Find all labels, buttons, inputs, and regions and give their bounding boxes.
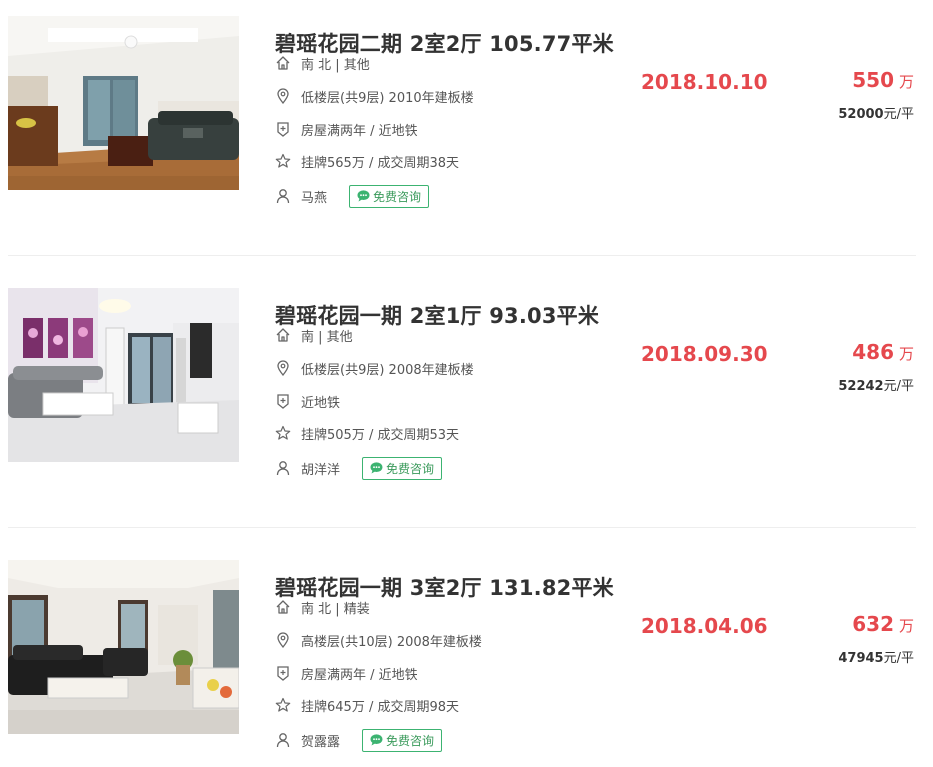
agent-row: 贺露露 免费咨询	[275, 728, 443, 752]
agent-row: 马燕 免费咨询	[275, 184, 430, 208]
total-price: 550 万	[852, 68, 914, 92]
person-icon	[275, 732, 291, 748]
deal-date: 2018.09.30	[641, 342, 768, 366]
free-consult-button[interactable]: 免费咨询	[349, 184, 430, 208]
total-price-value: 486	[852, 340, 894, 364]
agent-row: 胡洋洋 免费咨询	[275, 456, 443, 480]
deal-cycle-row: 挂牌505万 / 成交周期53天	[275, 423, 459, 443]
unit-price-value: 52242	[838, 379, 884, 394]
total-price-value: 632	[852, 612, 894, 636]
total-price: 632 万	[852, 612, 914, 636]
unit-price-suffix: 元/平	[883, 379, 914, 394]
listing-item: 碧瑶花园一期 3室2厅 131.82平米 南 北 | 精装 高楼层(共10层) …	[0, 560, 933, 767]
position-info-row: 低楼层(共9层) 2010年建板楼	[275, 86, 474, 106]
deal-cycle-text: 挂牌645万 / 成交周期98天	[301, 699, 459, 715]
divider	[8, 255, 916, 256]
listing-photo[interactable]	[8, 16, 239, 190]
unit-price-suffix: 元/平	[883, 651, 914, 666]
total-price-unit: 万	[898, 345, 914, 363]
consult-label: 免费咨询	[386, 733, 435, 748]
chat-bubble-icon	[370, 462, 383, 474]
consult-label: 免费咨询	[386, 461, 435, 476]
chat-bubble-icon	[357, 190, 370, 202]
house-info-row: 南 北 | 精装	[275, 597, 370, 617]
location-pin-icon	[275, 88, 291, 104]
person-icon	[275, 460, 291, 476]
deal-cycle-row: 挂牌565万 / 成交周期38天	[275, 151, 459, 171]
deal-listing: 碧瑶花园二期 2室2厅 105.77平米 南 北 | 其他 低楼层(共9层) 2…	[0, 0, 933, 767]
house-info-text: 南 北 | 其他	[301, 57, 370, 73]
total-price-value: 550	[852, 68, 894, 92]
tags-row: 房屋满两年 / 近地铁	[275, 663, 418, 683]
position-info-text: 高楼层(共10层) 2008年建板楼	[301, 634, 482, 650]
divider	[8, 527, 916, 528]
unit-price: 52242元/平	[838, 375, 914, 394]
listing-photo[interactable]	[8, 288, 239, 462]
unit-price-value: 47945	[838, 651, 884, 666]
shield-tag-icon	[275, 393, 291, 409]
unit-price: 52000元/平	[838, 103, 914, 122]
deal-cycle-text: 挂牌565万 / 成交周期38天	[301, 155, 459, 171]
tags-row: 房屋满两年 / 近地铁	[275, 119, 418, 139]
total-price: 486 万	[852, 340, 914, 364]
deal-date: 2018.04.06	[641, 614, 768, 638]
agent-name[interactable]: 胡洋洋	[301, 459, 340, 478]
house-info-text: 南 北 | 精装	[301, 601, 370, 617]
unit-price-value: 52000	[838, 107, 884, 122]
tags-text: 房屋满两年 / 近地铁	[301, 123, 418, 139]
free-consult-button[interactable]: 免费咨询	[362, 456, 443, 480]
house-info-row: 南 | 其他	[275, 325, 353, 345]
free-consult-button[interactable]: 免费咨询	[362, 728, 443, 752]
listing-photo[interactable]	[8, 560, 239, 734]
position-info-text: 低楼层(共9层) 2010年建板楼	[301, 90, 474, 106]
deal-cycle-text: 挂牌505万 / 成交周期53天	[301, 427, 459, 443]
tags-row: 近地铁	[275, 391, 340, 411]
house-info-row: 南 北 | 其他	[275, 53, 370, 73]
position-info-row: 低楼层(共9层) 2008年建板楼	[275, 358, 474, 378]
house-info-text: 南 | 其他	[301, 329, 353, 345]
agent-name[interactable]: 马燕	[301, 187, 327, 206]
agent-name[interactable]: 贺露露	[301, 731, 340, 750]
star-icon	[275, 425, 291, 441]
shield-tag-icon	[275, 121, 291, 137]
house-icon	[275, 55, 291, 71]
total-price-unit: 万	[898, 73, 914, 91]
unit-price: 47945元/平	[838, 647, 914, 666]
tags-text: 近地铁	[301, 395, 341, 411]
tags-text: 房屋满两年 / 近地铁	[301, 667, 418, 683]
location-pin-icon	[275, 360, 291, 376]
deal-cycle-row: 挂牌645万 / 成交周期98天	[275, 695, 459, 715]
total-price-unit: 万	[898, 617, 914, 635]
chat-bubble-icon	[370, 734, 383, 746]
location-pin-icon	[275, 632, 291, 648]
listing-item: 碧瑶花园一期 2室1厅 93.03平米 南 | 其他 低楼层(共9层) 2008…	[0, 288, 933, 528]
person-icon	[275, 188, 291, 204]
deal-date: 2018.10.10	[641, 70, 768, 94]
star-icon	[275, 697, 291, 713]
position-info-text: 低楼层(共9层) 2008年建板楼	[301, 362, 474, 378]
consult-label: 免费咨询	[373, 189, 422, 204]
house-icon	[275, 327, 291, 343]
star-icon	[275, 153, 291, 169]
unit-price-suffix: 元/平	[883, 107, 914, 122]
listing-item: 碧瑶花园二期 2室2厅 105.77平米 南 北 | 其他 低楼层(共9层) 2…	[0, 16, 933, 256]
position-info-row: 高楼层(共10层) 2008年建板楼	[275, 630, 482, 650]
house-icon	[275, 599, 291, 615]
shield-tag-icon	[275, 665, 291, 681]
